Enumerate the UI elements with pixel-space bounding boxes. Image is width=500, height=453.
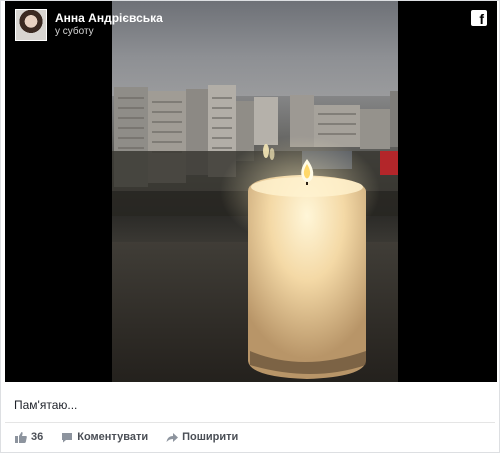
post-media[interactable]: Анна Андрієвська у суботу f (5, 1, 497, 382)
post-timestamp[interactable]: у суботу (55, 25, 163, 39)
author-name[interactable]: Анна Андрієвська (55, 11, 163, 25)
post-caption: Пам'ятаю... (14, 398, 78, 412)
facebook-icon[interactable]: f (471, 10, 487, 27)
actions-divider (5, 422, 495, 423)
candle-image (220, 136, 380, 379)
speech-bubble-icon (62, 432, 73, 442)
share-label: Поширити (182, 431, 239, 443)
thumbs-up-icon (15, 431, 27, 443)
avatar[interactable] (15, 9, 47, 41)
embedded-post: Анна Андрієвська у суботу f Пам'ятаю... … (0, 0, 500, 453)
comment-button[interactable]: Коментувати (61, 431, 148, 443)
post-header: Анна Андрієвська у суботу (15, 9, 163, 41)
post-actions: 36 Коментувати Поширити (15, 431, 256, 443)
share-button[interactable]: Поширити (166, 431, 238, 443)
like-count: 36 (31, 431, 44, 443)
share-arrow-icon (166, 432, 179, 442)
like-button[interactable]: 36 (15, 431, 43, 443)
candle-photo[interactable] (112, 1, 398, 382)
comment-label: Коментувати (77, 431, 149, 443)
